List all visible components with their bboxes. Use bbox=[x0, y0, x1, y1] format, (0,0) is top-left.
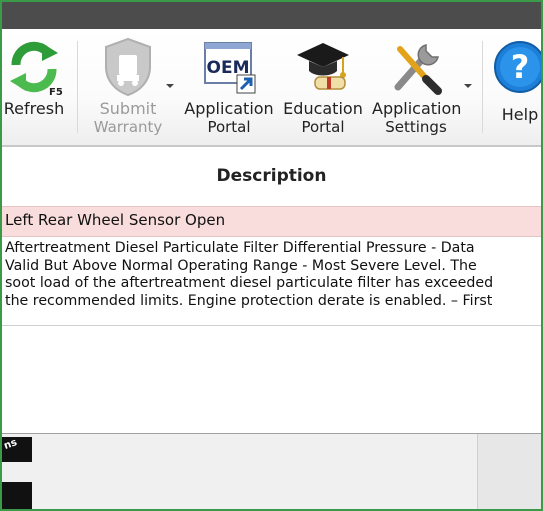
application-settings-dropdown-icon[interactable] bbox=[464, 84, 472, 88]
toolbar-separator bbox=[77, 41, 78, 133]
toolbar: F5 Refresh Submit Warranty OEM Applicati… bbox=[2, 29, 541, 145]
submit-warranty-label-1: Submit bbox=[99, 99, 157, 118]
oem-portal-icon: OEM bbox=[204, 42, 256, 94]
table-row[interactable]: Aftertreatment Diesel Particulate Filter… bbox=[2, 237, 541, 326]
tools-icon bbox=[394, 44, 442, 95]
title-bar bbox=[2, 2, 541, 29]
table-row[interactable]: Left Rear Wheel Sensor Open bbox=[2, 206, 541, 237]
help-label: Help bbox=[501, 105, 539, 124]
application-window: F5 Refresh Submit Warranty OEM Applicati… bbox=[0, 0, 543, 511]
graduation-cap-icon bbox=[297, 43, 349, 90]
bottom-panel: ns bbox=[2, 433, 541, 509]
submit-warranty-label-2: Warranty bbox=[93, 118, 163, 136]
truck-shield-icon bbox=[105, 37, 151, 97]
refresh-shortcut: F5 bbox=[49, 87, 63, 98]
row-description: Left Rear Wheel Sensor Open bbox=[5, 211, 226, 229]
fault-grid: Description Left Rear Wheel Sensor Open … bbox=[2, 147, 541, 433]
application-portal-button[interactable]: OEM Application Portal bbox=[184, 29, 274, 145]
partial-button-label: ns bbox=[2, 437, 19, 452]
submit-warranty-button[interactable]: Submit Warranty bbox=[85, 29, 171, 145]
toolbar-separator bbox=[482, 41, 483, 133]
submit-warranty-dropdown-icon[interactable] bbox=[166, 84, 174, 88]
application-portal-label-2: Portal bbox=[207, 118, 251, 136]
education-portal-button[interactable]: Education Portal bbox=[280, 29, 366, 145]
help-icon: ? bbox=[494, 41, 541, 93]
description-column-header[interactable]: Description bbox=[2, 165, 541, 187]
education-portal-label-2: Portal bbox=[301, 118, 345, 136]
education-portal-label-1: Education bbox=[283, 99, 363, 118]
row-description: Aftertreatment Diesel Particulate Filter… bbox=[5, 240, 494, 309]
application-settings-button[interactable]: Application Settings bbox=[372, 29, 462, 145]
application-settings-label-1: Application bbox=[372, 99, 462, 118]
refresh-label: Refresh bbox=[3, 99, 65, 118]
svg-text:?: ? bbox=[511, 48, 530, 86]
application-settings-label-2: Settings bbox=[385, 118, 447, 136]
application-portal-label-1: Application bbox=[184, 99, 274, 118]
partial-button[interactable]: ns bbox=[2, 437, 32, 462]
partial-button[interactable] bbox=[2, 482, 32, 509]
bottom-side-panel bbox=[477, 434, 541, 509]
help-button[interactable]: ? Help bbox=[490, 29, 541, 145]
refresh-button[interactable]: F5 Refresh bbox=[2, 29, 66, 145]
